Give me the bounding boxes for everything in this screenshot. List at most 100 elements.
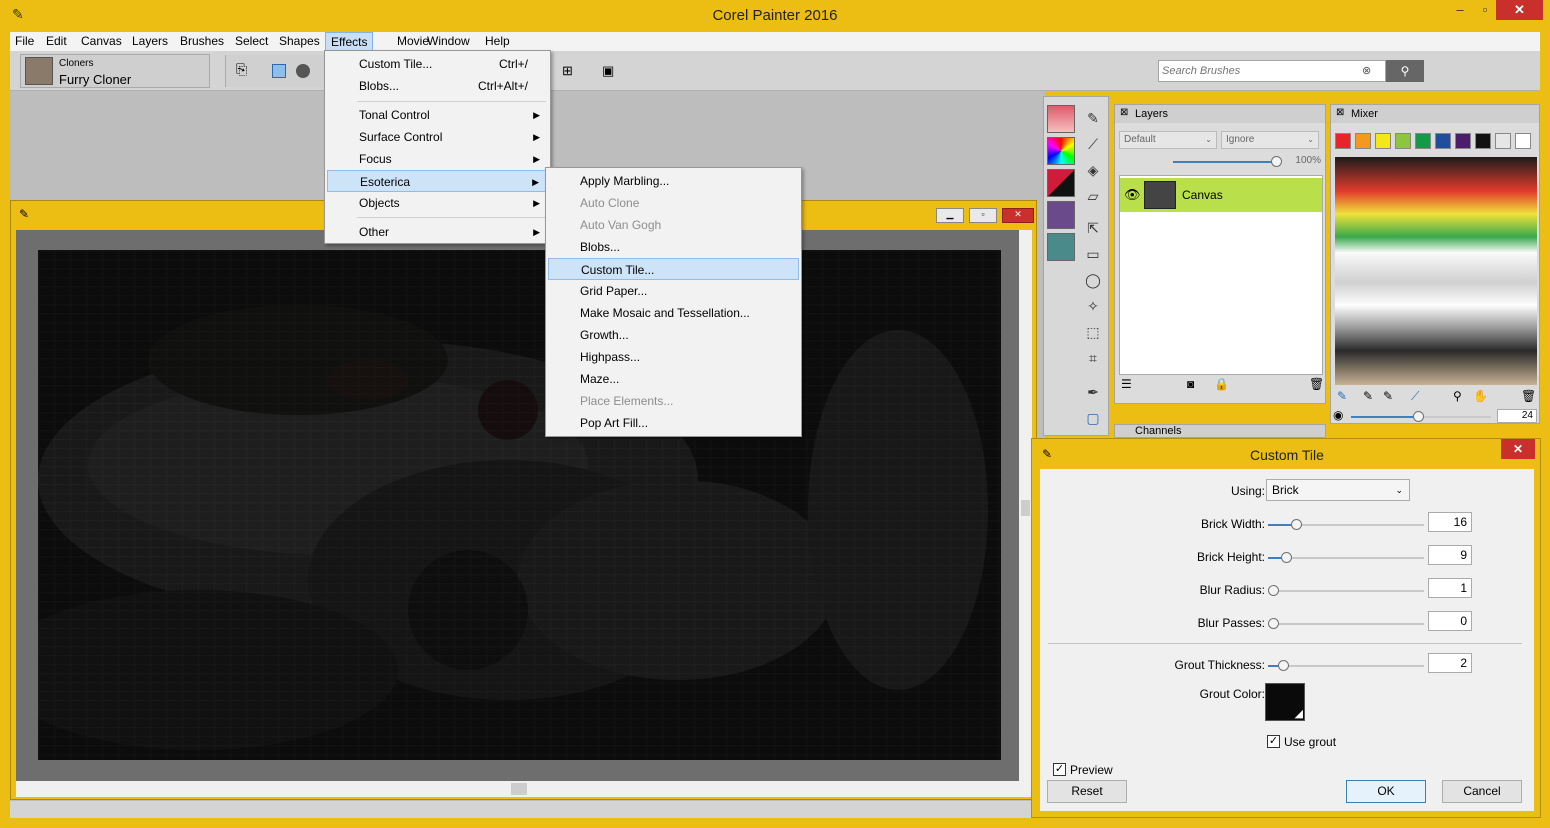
menu-canvas[interactable]: Canvas	[76, 32, 127, 51]
ok-button[interactable]: OK	[1346, 780, 1426, 803]
scroll-thumb[interactable]	[511, 783, 527, 795]
mixer-color-swatch[interactable]	[1435, 133, 1451, 149]
rect-shape-tool-icon[interactable]: ▢	[1082, 407, 1104, 429]
layer-row-canvas[interactable]: 👁 Canvas	[1120, 178, 1322, 212]
blur-passes-slider[interactable]	[1268, 618, 1424, 629]
mixer-close-icon[interactable]: ⊠	[1336, 107, 1344, 118]
brick-width-input[interactable]: 16	[1428, 512, 1472, 532]
submenu-item-make-mosaic[interactable]: Make Mosaic and Tessellation...	[548, 302, 799, 324]
menu-item-other[interactable]: Other ▶	[327, 221, 548, 243]
mixer-color-swatch[interactable]	[1515, 133, 1531, 149]
grout-color-swatch[interactable]: ◢	[1265, 683, 1305, 721]
blur-radius-input[interactable]: 1	[1428, 578, 1472, 598]
brick-height-knob[interactable]	[1281, 552, 1293, 563]
color-thumb[interactable]	[1047, 137, 1075, 165]
opacity-slider[interactable]	[1173, 156, 1282, 167]
reset-button[interactable]: Reset	[1047, 780, 1127, 803]
brick-height-input[interactable]: 9	[1428, 545, 1472, 565]
layers-close-icon[interactable]: ⊠	[1120, 107, 1128, 118]
preview-label[interactable]: Preview	[1070, 763, 1113, 777]
grout-thickness-knob[interactable]	[1278, 660, 1290, 671]
preview-checkbox[interactable]: ✓	[1053, 763, 1066, 776]
blur-radius-slider[interactable]	[1268, 585, 1424, 596]
blur-radius-knob[interactable]	[1268, 585, 1279, 596]
menu-item-surface-control[interactable]: Surface Control ▶	[327, 126, 548, 148]
menu-item-objects[interactable]: Objects ▶	[327, 192, 548, 214]
use-grout-label[interactable]: Use grout	[1284, 735, 1336, 749]
crop-tool-icon[interactable]: ⌗	[1082, 347, 1104, 369]
opacity-value[interactable]: 100%	[1281, 155, 1321, 169]
submenu-item-highpass[interactable]: Highpass...	[548, 346, 799, 368]
grid-icon[interactable]: ⊞	[562, 63, 573, 79]
stamp-icon[interactable]: ▣	[602, 63, 614, 79]
menu-select[interactable]: Select	[230, 32, 273, 51]
dialog-close-button[interactable]: ✕	[1501, 439, 1535, 459]
brick-width-slider[interactable]	[1268, 519, 1424, 530]
submenu-item-growth[interactable]: Growth...	[548, 324, 799, 346]
gradient-thumb[interactable]	[1047, 233, 1075, 261]
maximize-button[interactable]: ▫	[1472, 0, 1498, 20]
mixer-size-value[interactable]: 24	[1497, 409, 1537, 423]
brush-library-thumb[interactable]	[1047, 105, 1075, 133]
doc-maximize-button[interactable]: ▫	[969, 208, 997, 223]
layer-adjuster-icon[interactable]: ⇱	[1082, 217, 1104, 239]
brick-height-slider[interactable]	[1268, 552, 1424, 563]
blur-passes-input[interactable]: 0	[1428, 611, 1472, 631]
mixer-color-swatch[interactable]	[1475, 133, 1491, 149]
blend-mode-select[interactable]: Default ⌄	[1119, 131, 1217, 149]
rect-shape-icon[interactable]	[272, 64, 286, 78]
menu-item-blobs[interactable]: Blobs... Ctrl+Alt+/	[327, 75, 548, 97]
pen-tool-icon[interactable]: ✒	[1082, 381, 1104, 403]
brick-width-knob[interactable]	[1291, 519, 1303, 530]
mixer-color-swatch[interactable]	[1335, 133, 1351, 149]
doc-minimize-button[interactable]: ▁	[936, 208, 964, 223]
mixer-size-slider[interactable]	[1351, 411, 1491, 422]
horizontal-scrollbar[interactable]	[16, 781, 1032, 797]
lasso-icon[interactable]: ◯	[1082, 269, 1104, 291]
layer-stack-icon[interactable]: ☰	[1121, 377, 1132, 391]
menu-file[interactable]: File	[10, 32, 39, 51]
submenu-item-custom-tile[interactable]: Custom Tile...	[548, 258, 799, 280]
magic-wand-icon[interactable]: ✧	[1082, 295, 1104, 317]
brush-tool-icon[interactable]: ✎	[1082, 107, 1104, 129]
dirty-brush-icon[interactable]: ✎	[1337, 389, 1347, 403]
clone-source-icon[interactable]: ⎘	[236, 61, 247, 78]
menu-item-tonal-control[interactable]: Tonal Control ▶	[327, 104, 548, 126]
grout-thickness-input[interactable]: 2	[1428, 653, 1472, 673]
cancel-button[interactable]: Cancel	[1442, 780, 1522, 803]
circle-shape-icon[interactable]	[296, 64, 310, 78]
mixer-color-swatch[interactable]	[1455, 133, 1471, 149]
menu-edit[interactable]: Edit	[41, 32, 72, 51]
lock-icon[interactable]: 🔒	[1214, 377, 1229, 391]
menu-help[interactable]: Help	[480, 32, 515, 51]
menu-layers[interactable]: Layers	[127, 32, 173, 51]
eye-visibility-icon[interactable]: 👁	[1124, 187, 1141, 203]
mixer-trash-icon[interactable]: 🗑	[1521, 389, 1536, 403]
mixer-color-swatch[interactable]	[1355, 133, 1371, 149]
submenu-item-maze[interactable]: Maze...	[548, 368, 799, 390]
menu-brushes[interactable]: Brushes	[175, 32, 229, 51]
pan-icon[interactable]: ✋	[1473, 389, 1488, 403]
mixer-color-swatch[interactable]	[1395, 133, 1411, 149]
apply-color-icon[interactable]: ✎	[1363, 389, 1373, 403]
clear-search-icon[interactable]: ⊗	[1362, 64, 1371, 77]
sample-color-icon[interactable]: ⟋	[1411, 389, 1419, 404]
doc-close-button[interactable]: ✕	[1002, 208, 1034, 223]
submenu-item-pop-art-fill[interactable]: Pop Art Fill...	[548, 412, 799, 434]
submenu-item-blobs[interactable]: Blobs...	[548, 236, 799, 258]
menu-window[interactable]: Window	[422, 32, 475, 51]
mask-icon[interactable]: ◙	[1187, 377, 1194, 391]
transform-icon[interactable]: ⬚	[1082, 321, 1104, 343]
image-canvas[interactable]	[38, 250, 1001, 760]
dropper-tool-icon[interactable]: ⟋	[1082, 133, 1104, 155]
paper-thumb[interactable]	[1047, 169, 1075, 197]
menu-item-focus[interactable]: Focus ▶	[327, 148, 548, 170]
search-input[interactable]	[1162, 63, 1352, 79]
menu-item-custom-tile[interactable]: Custom Tile... Ctrl+/	[327, 53, 548, 75]
trash-icon[interactable]: 🗑	[1309, 377, 1324, 391]
blur-passes-knob[interactable]	[1268, 618, 1279, 629]
using-select[interactable]: Brick ⌄	[1266, 479, 1410, 501]
use-grout-checkbox[interactable]: ✓	[1267, 735, 1280, 748]
mixer-color-swatch[interactable]	[1495, 133, 1511, 149]
search-button[interactable]: ⚲	[1386, 60, 1424, 82]
